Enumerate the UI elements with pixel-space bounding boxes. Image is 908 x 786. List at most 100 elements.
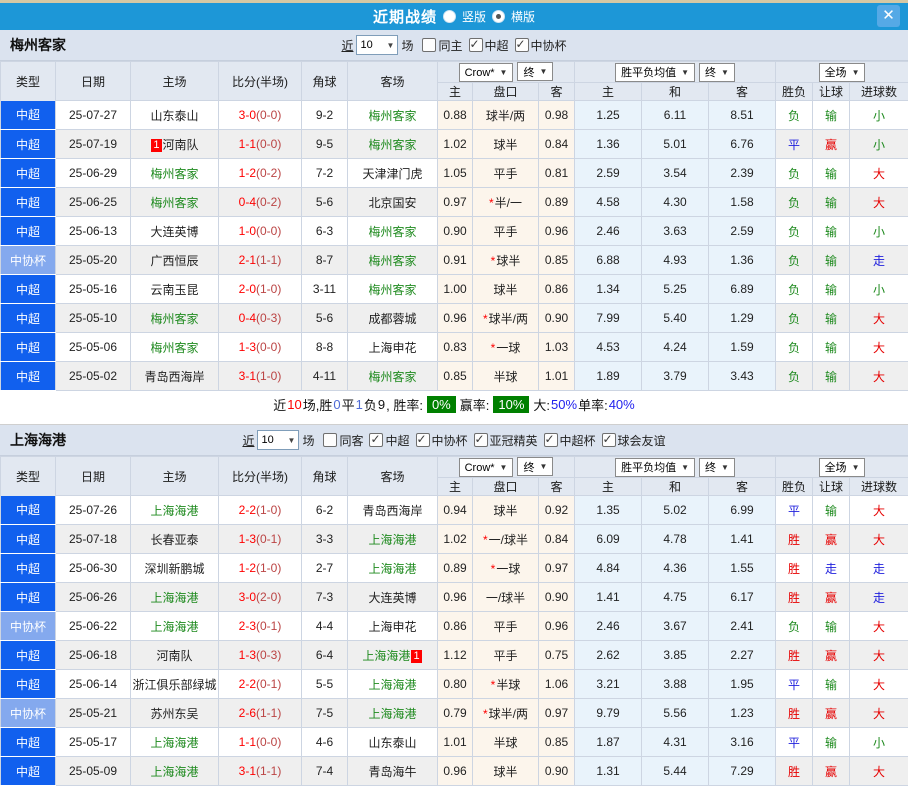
fulltime-score: 2-0 bbox=[239, 282, 256, 296]
col-corner: 角球 bbox=[302, 62, 348, 101]
cell-euro-away-odds: 8.51 bbox=[709, 101, 776, 130]
checkbox-label[interactable]: 中协杯 bbox=[432, 434, 468, 448]
cell-winlose-result: 负 bbox=[776, 246, 813, 275]
table-row: 中超25-05-16云南玉昆2-0(1-0)3-11梅州客家1.00球半0.86… bbox=[1, 275, 908, 304]
asian-final-select[interactable]: 终▼ bbox=[517, 457, 553, 476]
cell-asian-away-odds: 0.96 bbox=[539, 612, 575, 641]
cell-euro-home-odds: 7.99 bbox=[575, 304, 642, 333]
checkbox-label[interactable]: 同主 bbox=[438, 39, 462, 53]
odds-avg-select[interactable]: 胜平负均值▼ bbox=[615, 63, 695, 82]
cell-asian-home-odds: 1.05 bbox=[438, 159, 473, 188]
halftime-score: (1-0) bbox=[256, 369, 281, 383]
cell-away-team: 天津津门虎 bbox=[348, 159, 438, 188]
checkbox-亚冠精英[interactable] bbox=[474, 433, 488, 447]
checkbox-label[interactable]: 中超 bbox=[385, 434, 409, 448]
games-label: 场 bbox=[401, 37, 413, 54]
away-team-name: 上海海港 bbox=[368, 707, 416, 721]
cell-score: 3-0(0-0) bbox=[219, 101, 302, 130]
cell-score: 2-1(1-1) bbox=[219, 246, 302, 275]
cell-winlose-result: 负 bbox=[776, 362, 813, 391]
cell-league-type: 中超 bbox=[1, 728, 56, 757]
home-team-name: 长春亚泰 bbox=[150, 533, 198, 547]
near-label[interactable]: 近 bbox=[242, 432, 254, 449]
col-home: 主场 bbox=[131, 457, 219, 496]
radio-horizontal-layout[interactable] bbox=[492, 10, 505, 23]
cell-handicap-result: 赢 bbox=[813, 583, 850, 612]
checkbox-同客[interactable] bbox=[323, 433, 337, 447]
checkbox-中协杯[interactable] bbox=[416, 433, 430, 447]
asian-final-select[interactable]: 终▼ bbox=[517, 62, 553, 81]
checkbox-label[interactable]: 球会友谊 bbox=[618, 434, 666, 448]
radio-horizontal-label[interactable]: 横版 bbox=[511, 8, 535, 25]
checkbox-球会友谊[interactable] bbox=[602, 433, 616, 447]
cell-date: 25-05-16 bbox=[56, 275, 131, 304]
games-label: 场 bbox=[302, 432, 314, 449]
cell-winlose-result: 负 bbox=[776, 217, 813, 246]
cell-asian-home-odds: 1.00 bbox=[438, 275, 473, 304]
near-label[interactable]: 近 bbox=[341, 37, 353, 54]
cell-league-type: 中超 bbox=[1, 275, 56, 304]
cell-handicap: 平手 bbox=[473, 641, 539, 670]
col-asian-away: 客 bbox=[539, 478, 575, 496]
cell-date: 25-07-27 bbox=[56, 101, 131, 130]
cell-home-team: 深圳新鹏城 bbox=[131, 554, 219, 583]
cell-home-team: 河南队 bbox=[131, 641, 219, 670]
cell-league-type: 中超 bbox=[1, 641, 56, 670]
bookmaker-select[interactable]: Crow*▼ bbox=[459, 63, 514, 82]
halftime-score: (0-2) bbox=[256, 166, 281, 180]
cell-home-team: 梅州客家 bbox=[131, 159, 219, 188]
cell-handicap-result: 输 bbox=[813, 275, 850, 304]
odds-avg-select[interactable]: 胜平负均值▼ bbox=[615, 458, 695, 477]
checkbox-同主[interactable] bbox=[422, 38, 436, 52]
checkbox-label[interactable]: 亚冠精英 bbox=[490, 434, 538, 448]
halftime-score: (0-1) bbox=[256, 677, 281, 691]
checkbox-中超杯[interactable] bbox=[544, 433, 558, 447]
cell-score: 2-6(1-1) bbox=[219, 699, 302, 728]
euro-final-select[interactable]: 终▼ bbox=[699, 458, 735, 477]
recent-count-select[interactable]: 10▼ bbox=[257, 430, 299, 450]
close-icon[interactable]: ✕ bbox=[877, 5, 900, 27]
cell-handicap-result: 赢 bbox=[813, 757, 850, 786]
cell-score: 0-4(0-3) bbox=[219, 304, 302, 333]
cell-euro-draw-odds: 5.25 bbox=[642, 275, 709, 304]
checkbox-label[interactable]: 中超 bbox=[485, 39, 509, 53]
table-body: 中超25-07-27山东泰山3-0(0-0)9-2梅州客家0.88球半/两0.9… bbox=[1, 101, 908, 391]
home-team-name: 广西恒辰 bbox=[150, 254, 198, 268]
cell-euro-away-odds: 1.41 bbox=[709, 525, 776, 554]
col-winlose: 胜负 bbox=[776, 478, 813, 496]
cell-goals-result: 走 bbox=[850, 246, 908, 275]
col-home: 主场 bbox=[131, 62, 219, 101]
cell-date: 25-07-26 bbox=[56, 496, 131, 525]
recent-count-select[interactable]: 10▼ bbox=[356, 35, 398, 55]
cell-corners: 3-11 bbox=[302, 275, 348, 304]
cell-euro-away-odds: 1.59 bbox=[709, 333, 776, 362]
cell-away-team: 北京国安 bbox=[348, 188, 438, 217]
cell-corners: 6-2 bbox=[302, 496, 348, 525]
checkbox-中超[interactable] bbox=[369, 433, 383, 447]
checkbox-label[interactable]: 中协杯 bbox=[531, 39, 567, 53]
cell-asian-home-odds: 0.79 bbox=[438, 699, 473, 728]
euro-final-select[interactable]: 终▼ bbox=[699, 63, 735, 82]
col-winlose: 胜负 bbox=[776, 83, 813, 101]
cell-euro-home-odds: 9.79 bbox=[575, 699, 642, 728]
scope-select[interactable]: 全场▼ bbox=[819, 63, 866, 82]
checkbox-label[interactable]: 同客 bbox=[339, 434, 363, 448]
away-team-name: 上海海港 bbox=[368, 533, 416, 547]
checkbox-中超[interactable] bbox=[469, 38, 483, 52]
radio-vertical-label[interactable]: 竖版 bbox=[462, 8, 486, 25]
bookmaker-select[interactable]: Crow*▼ bbox=[459, 458, 514, 477]
table-row: 中超25-06-25梅州客家0-4(0-2)5-6北京国安0.97*半/一0.8… bbox=[1, 188, 908, 217]
col-handicap: 盘口 bbox=[473, 478, 539, 496]
home-team-name: 梅州客家 bbox=[150, 312, 198, 326]
col-handicap-result: 让球 bbox=[813, 83, 850, 101]
cell-away-team: 成都蓉城 bbox=[348, 304, 438, 333]
cell-asian-away-odds: 0.81 bbox=[539, 159, 575, 188]
checkbox-中协杯[interactable] bbox=[515, 38, 529, 52]
cell-score: 1-1(0-0) bbox=[219, 728, 302, 757]
scope-select[interactable]: 全场▼ bbox=[819, 458, 866, 477]
radio-vertical-layout[interactable] bbox=[443, 10, 456, 23]
checkbox-label[interactable]: 中超杯 bbox=[560, 434, 596, 448]
cell-handicap: 平手 bbox=[473, 159, 539, 188]
cell-winlose-result: 胜 bbox=[776, 583, 813, 612]
cell-corners: 7-5 bbox=[302, 699, 348, 728]
